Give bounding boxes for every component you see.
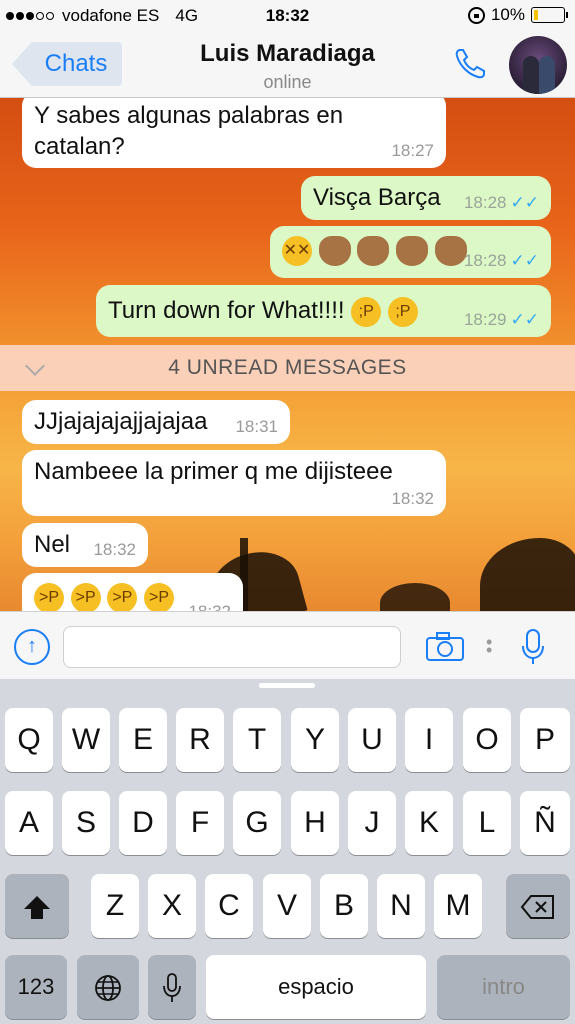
message-input[interactable]: [63, 626, 401, 668]
camera-icon[interactable]: [425, 630, 465, 662]
key-m[interactable]: M: [434, 874, 482, 938]
key-x[interactable]: X: [148, 874, 196, 938]
unread-messages-banner[interactable]: 4 UNREAD MESSAGES: [0, 345, 575, 391]
message-text: Nambeee la primer q me dijisteee: [34, 458, 393, 485]
key-b[interactable]: B: [320, 874, 368, 938]
clapping-hands-emoji-icon: [434, 235, 467, 266]
message-time: 18:28: [463, 192, 507, 212]
message-time: 18:29: [463, 309, 507, 329]
message-time: 18:32: [188, 601, 231, 611]
key-j[interactable]: J: [348, 791, 396, 855]
message-bubble-incoming[interactable]: >P >P >P >P 18:32: [22, 573, 243, 611]
return-key[interactable]: intro: [437, 955, 570, 1019]
chat-conversation[interactable]: Y sabes algunas palabras en catalan? 18:…: [0, 98, 575, 611]
winking-tongue-emoji-icon: ;P: [387, 296, 418, 327]
key-p[interactable]: P: [520, 708, 570, 772]
unread-banner-label: 4 UNREAD MESSAGES: [168, 356, 407, 379]
chat-header: Chats Luis Maradiaga online: [0, 32, 575, 98]
message-text: Turn down for What!!!!: [108, 297, 345, 324]
message-time: 18:32: [93, 539, 136, 559]
squinting-tongue-emoji-icon: >P: [70, 582, 101, 611]
read-ticks-icon: ✓✓: [510, 250, 540, 270]
message-bubble-incoming[interactable]: Y sabes algunas palabras en catalan? 18:…: [22, 98, 446, 168]
squinting-tongue-emoji-icon: >P: [144, 582, 175, 611]
phone-call-icon[interactable]: [452, 46, 488, 82]
message-input-bar: ↑ • •: [0, 611, 575, 679]
squinting-tongue-emoji-icon: >P: [34, 582, 64, 611]
message-bubble-outgoing[interactable]: Turn down for What!!!! ;P ;P 18:29 ✓✓: [96, 285, 551, 337]
shift-arrow-icon: [24, 896, 50, 920]
message-bubble-incoming[interactable]: Nel 18:32: [22, 523, 148, 567]
backspace-key[interactable]: [506, 874, 570, 938]
message-text: Visça Barça: [313, 184, 441, 211]
key-d[interactable]: D: [119, 791, 167, 855]
status-right: 10%: [467, 5, 568, 25]
clapping-hands-emoji-icon: [357, 235, 390, 266]
key-n-tilde[interactable]: Ñ: [520, 791, 570, 855]
keyboard-handle[interactable]: [259, 683, 315, 688]
dictation-mic-icon: [163, 973, 181, 1003]
key-h[interactable]: H: [291, 791, 339, 855]
status-bar: vodafone ES 4G 18:32 10%: [0, 0, 575, 32]
key-t[interactable]: T: [233, 708, 281, 772]
squinting-tongue-emoji-icon: >P: [107, 582, 138, 611]
chevron-down-icon[interactable]: [25, 356, 45, 376]
message-text: Y sabes algunas palabras en catalan?: [34, 102, 344, 161]
key-s[interactable]: S: [62, 791, 110, 855]
keyboard: Q W E R T Y U I O P A S D F G H J K L Ñ …: [0, 679, 575, 1024]
key-n[interactable]: N: [377, 874, 425, 938]
clapping-hands-emoji-icon: [318, 235, 351, 266]
key-o[interactable]: O: [463, 708, 511, 772]
message-meta: 18:28 ✓✓: [464, 192, 539, 214]
key-a[interactable]: A: [5, 791, 53, 855]
rotation-lock-icon: [467, 6, 485, 24]
globe-icon: [95, 975, 121, 1001]
key-l[interactable]: L: [463, 791, 511, 855]
message-bubble-outgoing[interactable]: Visça Barça 18:28 ✓✓: [301, 176, 551, 220]
contact-avatar[interactable]: [509, 36, 567, 94]
key-c[interactable]: C: [205, 874, 253, 938]
space-key[interactable]: espacio: [206, 955, 426, 1019]
microphone-icon[interactable]: [520, 628, 546, 666]
battery-icon: [531, 7, 568, 23]
key-r[interactable]: R: [176, 708, 224, 772]
message-time: 18:32: [391, 488, 434, 508]
separator-dots-icon: • •: [486, 632, 493, 660]
share-upload-icon[interactable]: ↑: [14, 629, 50, 665]
key-g[interactable]: G: [233, 791, 281, 855]
message-time: 18:28: [463, 250, 507, 270]
key-f[interactable]: F: [176, 791, 224, 855]
message-text: Nel: [34, 531, 71, 558]
dictation-key[interactable]: [148, 955, 196, 1019]
winking-tongue-emoji-icon: ;P: [351, 296, 382, 327]
dizzy-face-emoji-icon: ✕✕: [282, 235, 312, 266]
globe-key[interactable]: [77, 955, 139, 1019]
backspace-icon: [520, 895, 554, 920]
message-time: 18:31: [235, 416, 278, 436]
numbers-key[interactable]: 123: [5, 955, 67, 1019]
contact-name[interactable]: Luis Maradiaga: [0, 40, 575, 68]
key-v[interactable]: V: [263, 874, 311, 938]
message-time: 18:27: [391, 140, 434, 160]
key-e[interactable]: E: [119, 708, 167, 772]
contact-status: online: [263, 72, 312, 92]
clapping-hands-emoji-icon: [396, 235, 429, 266]
shift-key[interactable]: [5, 874, 69, 938]
key-y[interactable]: Y: [291, 708, 339, 772]
message-meta: 18:29 ✓✓: [464, 309, 539, 331]
read-ticks-icon: ✓✓: [510, 192, 540, 212]
key-k[interactable]: K: [405, 791, 453, 855]
message-bubble-incoming[interactable]: JJjajajajajjajajaa 18:31: [22, 400, 290, 444]
key-w[interactable]: W: [62, 708, 110, 772]
read-ticks-icon: ✓✓: [510, 309, 540, 329]
message-bubble-outgoing[interactable]: ✕✕ 18:28 ✓✓: [270, 226, 551, 278]
key-i[interactable]: I: [405, 708, 453, 772]
message-bubble-incoming[interactable]: Nambeee la primer q me dijisteee 18:32: [22, 450, 446, 516]
message-meta: 18:28 ✓✓: [464, 250, 539, 272]
key-u[interactable]: U: [348, 708, 396, 772]
battery-percent: 10%: [490, 5, 525, 24]
key-z[interactable]: Z: [91, 874, 139, 938]
key-q[interactable]: Q: [5, 708, 53, 772]
message-text: JJjajajajajjajajaa: [34, 408, 208, 435]
